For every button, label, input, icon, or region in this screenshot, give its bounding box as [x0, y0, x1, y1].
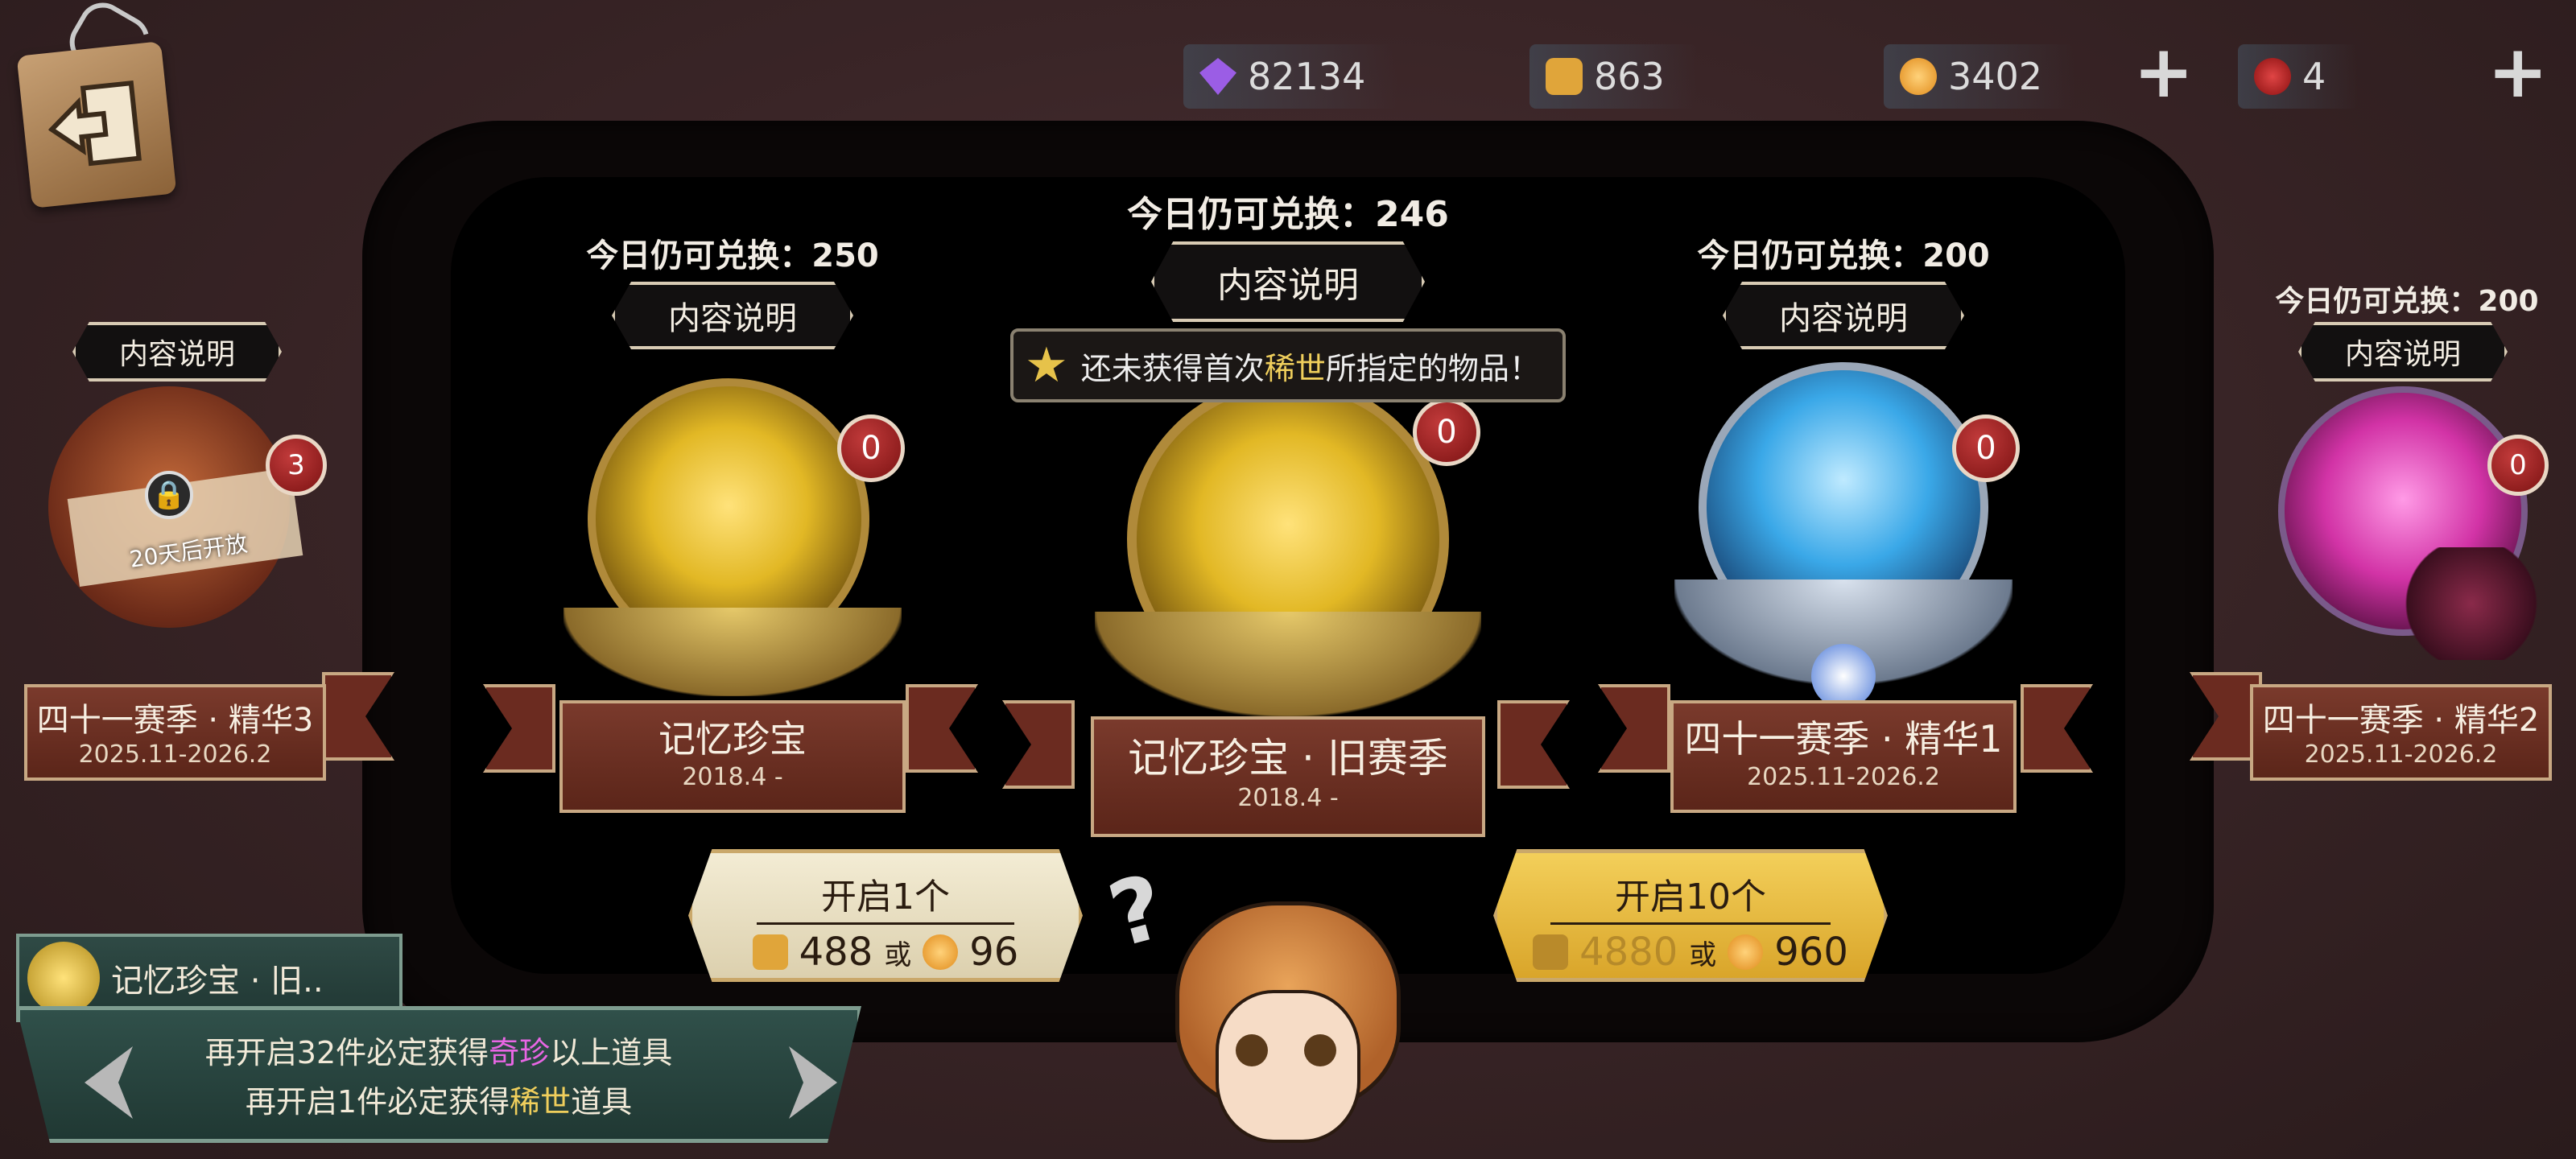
name-ribbon-memory-old: 记忆珍宝 · 旧赛季 2018.4 -	[1091, 716, 1485, 837]
desc-button-essence2[interactable]: 内容说明	[2298, 322, 2508, 382]
desc-button-memory[interactable]: 内容说明	[612, 282, 853, 349]
currency-puzzle: 863	[1530, 44, 1697, 109]
name-ribbon-essence1: 四十一赛季 · 精华1 2025.11-2026.2	[1670, 700, 2017, 813]
name-ribbon-essence3: 四十一赛季 · 精华3 2025.11-2026.2	[24, 684, 326, 781]
count-badge: 0	[1952, 415, 2020, 482]
bat-creature-decoration	[2399, 547, 2544, 660]
red-seal-icon	[2254, 58, 2291, 95]
exit-door-icon	[47, 80, 142, 167]
desc-button-memory-old[interactable]: 内容说明	[1151, 241, 1425, 322]
add-clue-button[interactable]: +	[2133, 36, 2194, 109]
puzzle-piece-icon	[1546, 58, 1583, 95]
guarantee-tooltip: ★ 还未获得首次稀世所指定的物品！	[1010, 328, 1566, 402]
clue-orb-icon	[1900, 58, 1937, 95]
memory-treasure-icon	[27, 942, 100, 1014]
back-button[interactable]	[16, 41, 177, 208]
clue-orb-icon	[1728, 934, 1764, 970]
remaining-exchanges: 今日仍可兑换：200	[1697, 237, 1990, 274]
name-ribbon-essence2: 四十一赛季 · 精华2 2025.11-2026.2	[2250, 684, 2552, 781]
remaining-exchanges: 今日仍可兑换：200	[2275, 285, 2539, 318]
remaining-exchanges: 今日仍可兑换：250	[586, 237, 879, 274]
wing-ornament	[1095, 612, 1481, 716]
count-badge: 3	[266, 435, 327, 496]
name-ribbon-memory: 记忆珍宝 2018.4 -	[559, 700, 906, 813]
puzzle-piece-icon	[752, 934, 788, 970]
add-seal-button[interactable]: +	[2487, 36, 2548, 109]
star-icon: ★	[1025, 337, 1068, 394]
open-ten-button[interactable]: 开启10个 4880 或 960	[1493, 849, 1888, 982]
remaining-exchanges: 今日仍可兑换：246	[1127, 194, 1449, 235]
clue-orb-icon	[923, 934, 959, 970]
currency-seal: 4	[2238, 44, 2359, 109]
currency-clue: 3402	[1884, 44, 2075, 109]
puzzle-piece-icon	[1533, 934, 1569, 970]
count-badge: 0	[837, 415, 905, 482]
lock-icon: 🔒	[145, 471, 193, 519]
count-badge: 0	[1413, 398, 1480, 466]
emblem-icon	[1811, 644, 1876, 708]
desc-button-essence1[interactable]: 内容说明	[1723, 282, 1964, 349]
desc-button-essence3[interactable]: 内容说明	[72, 322, 282, 382]
purple-crystal-icon	[1199, 58, 1236, 95]
guarantee-info-banner: 再开启32件必定获得奇珍以上道具 再开启1件必定获得稀世道具	[16, 1006, 861, 1143]
count-badge: 0	[2487, 435, 2549, 496]
currency-crystals: 82134	[1183, 44, 1398, 109]
wing-ornament	[564, 608, 902, 696]
open-one-button[interactable]: 开启1个 488 或 96	[688, 849, 1083, 982]
character-portrait	[1159, 901, 1417, 1159]
